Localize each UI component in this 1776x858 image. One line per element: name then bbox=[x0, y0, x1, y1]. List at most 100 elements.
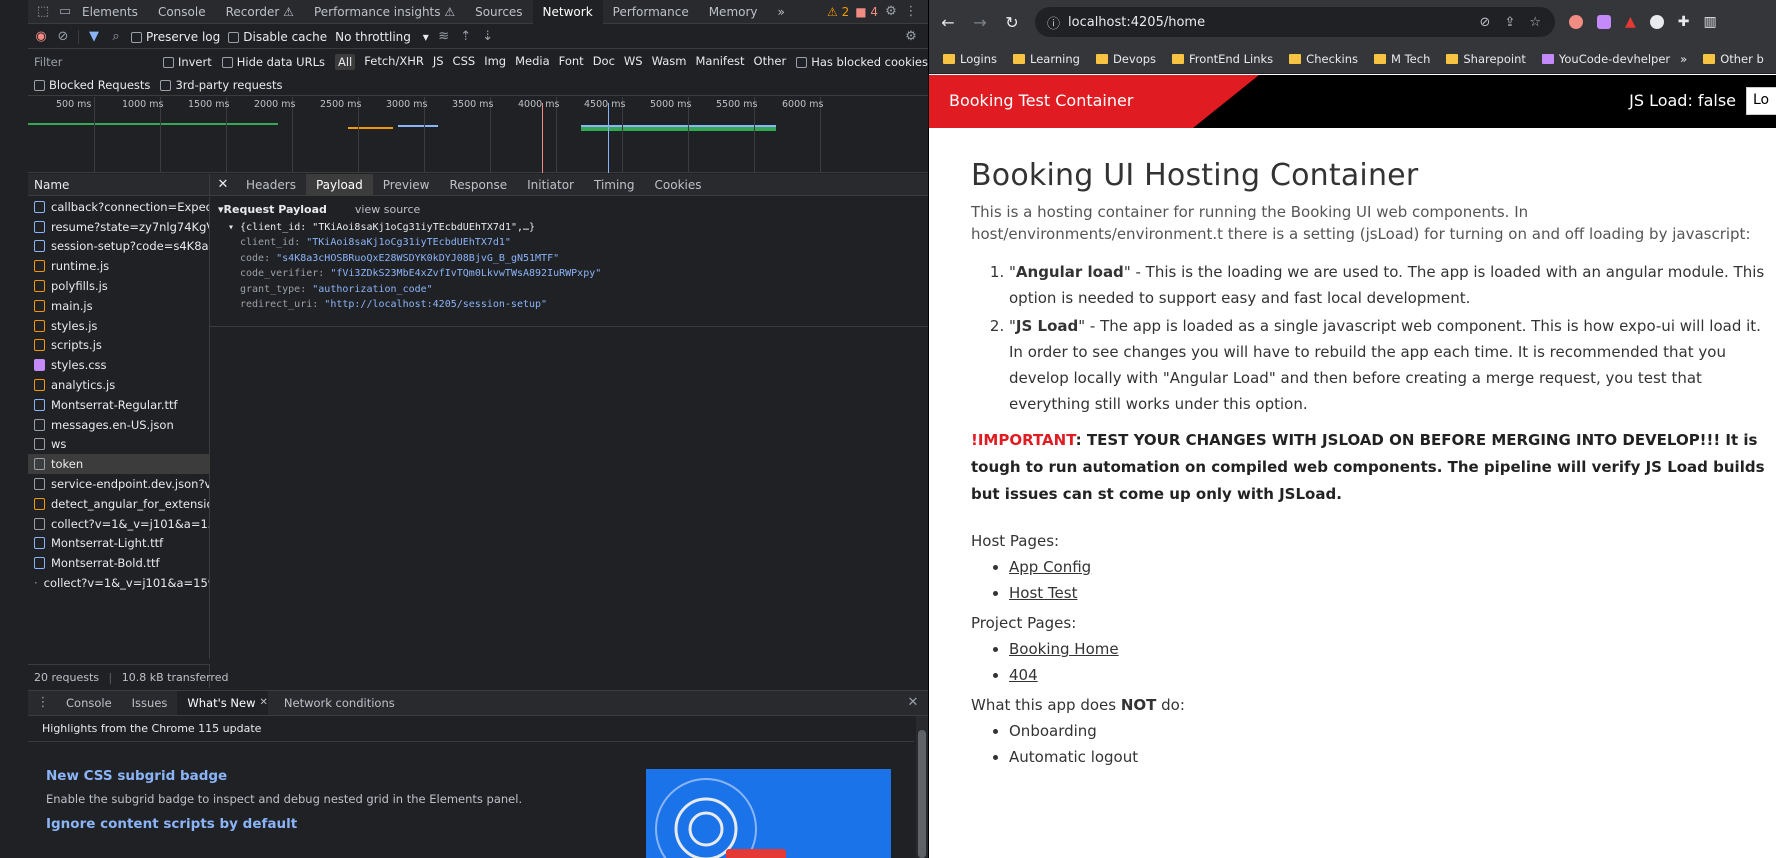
filter-type-img[interactable]: Img bbox=[484, 54, 506, 70]
request-row[interactable]: analytics.js bbox=[28, 375, 209, 395]
bookmark-item[interactable]: » bbox=[1680, 52, 1687, 66]
request-row[interactable]: · collect?v=1&_v=j101&a=159... bbox=[28, 573, 209, 593]
devtools-tab-network[interactable]: Network bbox=[532, 0, 603, 24]
request-row[interactable]: scripts.js bbox=[28, 336, 209, 356]
record-icon[interactable]: ◉ bbox=[34, 29, 48, 44]
close-detail-icon[interactable]: ✕ bbox=[216, 177, 230, 192]
site-info-icon[interactable]: ⓘ bbox=[1047, 13, 1060, 32]
payload-field[interactable]: redirect_uri: "http://localhost:4205/ses… bbox=[240, 297, 920, 313]
side-panel-icon[interactable]: ▥ bbox=[1704, 14, 1717, 30]
third-party-checkbox[interactable]: 3rd-party requests bbox=[160, 78, 282, 92]
request-row[interactable]: detect_angular_for_extension... bbox=[28, 494, 209, 514]
request-row[interactable]: styles.css bbox=[28, 355, 209, 375]
filter-type-doc[interactable]: Doc bbox=[593, 54, 615, 70]
drawer-tab-issues[interactable]: Issues bbox=[122, 691, 178, 715]
detail-tab-payload[interactable]: Payload bbox=[305, 173, 373, 196]
login-button[interactable]: Lo bbox=[1746, 87, 1776, 115]
filter-funnel-icon[interactable]: ▼ bbox=[87, 29, 101, 44]
preserve-log-checkbox[interactable]: Preserve log bbox=[131, 30, 220, 44]
whats-new-video-thumbnail[interactable] bbox=[646, 769, 891, 858]
devtools-tab-elements[interactable]: Elements bbox=[72, 0, 148, 24]
bookmark-item[interactable]: Logins bbox=[943, 52, 997, 66]
export-har-icon[interactable]: ⇣ bbox=[481, 29, 495, 44]
request-row[interactable]: styles.js bbox=[28, 316, 209, 336]
filter-type-wasm[interactable]: Wasm bbox=[652, 54, 687, 70]
filter-type-font[interactable]: Font bbox=[559, 54, 584, 70]
error-count-badge[interactable]: ■ 4 bbox=[855, 5, 878, 19]
back-arrow-icon[interactable]: ← bbox=[939, 13, 957, 32]
request-payload-heading[interactable]: ▾Request Payload bbox=[218, 203, 327, 216]
drawer-scrollbar-thumb[interactable] bbox=[918, 730, 926, 858]
devtools-tab-sources[interactable]: Sources bbox=[465, 0, 532, 24]
invert-checkbox[interactable]: Invert bbox=[162, 55, 212, 69]
not-found-link[interactable]: 404 bbox=[1009, 666, 1038, 684]
payload-field[interactable]: code_verifier: "fVi3ZDkS23MbE4xZvfIvTQm0… bbox=[240, 266, 920, 282]
eye-off-icon[interactable]: ⊘ bbox=[1480, 15, 1491, 30]
filter-type-fetch-xhr[interactable]: Fetch/XHR bbox=[364, 54, 424, 70]
close-drawer-icon[interactable]: ✕ bbox=[906, 696, 920, 710]
request-row[interactable]: messages.en-US.json bbox=[28, 415, 209, 435]
drawer-tab-console[interactable]: Console bbox=[56, 691, 122, 715]
clear-icon[interactable]: ⊘ bbox=[56, 29, 70, 44]
throttling-select[interactable]: No throttling ▾ bbox=[335, 30, 429, 44]
detail-tab-response[interactable]: Response bbox=[439, 174, 517, 196]
request-row[interactable]: callback?connection=Expedit... bbox=[28, 197, 209, 217]
host-test-link[interactable]: Host Test bbox=[1009, 584, 1077, 602]
bookmark-item[interactable]: Learning bbox=[1013, 52, 1080, 66]
request-row[interactable]: Montserrat-Light.ttf bbox=[28, 534, 209, 554]
bookmark-item[interactable]: M Tech bbox=[1374, 52, 1430, 66]
settings-gear-icon[interactable]: ⚙ bbox=[884, 4, 898, 19]
devtools-tab-performance-insights[interactable]: Performance insights ⚠ bbox=[304, 0, 465, 24]
booking-home-link[interactable]: Booking Home bbox=[1009, 640, 1119, 658]
bookmark-item[interactable]: Other b bbox=[1703, 52, 1764, 66]
payload-field[interactable]: grant_type: "authorization_code" bbox=[240, 282, 920, 298]
filter-type-other[interactable]: Other bbox=[754, 54, 787, 70]
warning-count-badge[interactable]: ⚠ 2 bbox=[827, 5, 849, 19]
request-row[interactable]: runtime.js bbox=[28, 256, 209, 276]
network-overview-timeline[interactable]: 500 ms 1000 ms 1500 ms 2000 ms 2500 ms 3000 m… bbox=[28, 97, 928, 173]
drawer-tab-network-conditions[interactable]: Network conditions bbox=[274, 691, 405, 715]
detail-tab-cookies[interactable]: Cookies bbox=[645, 174, 712, 196]
device-toolbar-icon[interactable]: ▭ bbox=[58, 4, 72, 19]
drawer-menu-icon[interactable]: ⋮ bbox=[36, 696, 50, 710]
disable-cache-checkbox[interactable]: Disable cache bbox=[228, 30, 327, 44]
network-settings-gear-icon[interactable]: ⚙ bbox=[904, 29, 918, 44]
url-omnibox[interactable]: ⓘ localhost:4205/home ⊘ ⇪ ☆ bbox=[1035, 7, 1555, 37]
search-icon[interactable]: ⌕ bbox=[109, 29, 123, 44]
app-config-link[interactable]: App Config bbox=[1009, 558, 1091, 576]
request-row[interactable]: Montserrat-Regular.ttf bbox=[28, 395, 209, 415]
hide-data-urls-checkbox[interactable]: Hide data URLs bbox=[221, 55, 325, 69]
import-har-icon[interactable]: ⇡ bbox=[459, 29, 473, 44]
payload-field[interactable]: client_id: "TKiAoi8saKj1oCg31iyTEcbdUEhT… bbox=[240, 235, 920, 251]
filter-type-media[interactable]: Media bbox=[515, 54, 550, 70]
angular-extension-icon[interactable]: ▲ bbox=[1625, 14, 1636, 30]
request-row[interactable]: collect?v=1&_v=j101&a=159... bbox=[28, 514, 209, 534]
has-blocked-cookies-checkbox[interactable]: Has blocked cookies bbox=[796, 55, 928, 69]
filter-input[interactable]: Filter bbox=[34, 55, 153, 69]
request-row[interactable]: polyfills.js bbox=[28, 276, 209, 296]
extension-icon[interactable] bbox=[1597, 15, 1611, 29]
devtools-tab-[interactable]: » bbox=[768, 0, 795, 24]
extensions-puzzle-icon[interactable]: ✚ bbox=[1678, 14, 1690, 30]
filter-type-css[interactable]: CSS bbox=[453, 54, 476, 70]
name-column-header[interactable]: Name bbox=[28, 174, 210, 196]
detail-tab-initiator[interactable]: Initiator bbox=[517, 174, 584, 196]
payload-summary[interactable]: {client_id: "TKiAoi8saKj1oCg31iyTEcbdUEh… bbox=[240, 222, 535, 233]
forward-arrow-icon[interactable]: → bbox=[971, 13, 989, 32]
blocked-requests-checkbox[interactable]: Blocked Requests bbox=[34, 78, 150, 92]
devtools-tab-performance[interactable]: Performance bbox=[603, 0, 699, 24]
detail-tab-headers[interactable]: Headers bbox=[236, 174, 306, 196]
filter-type-js[interactable]: JS bbox=[433, 54, 444, 70]
request-row[interactable]: main.js bbox=[28, 296, 209, 316]
filter-type-manifest[interactable]: Manifest bbox=[695, 54, 744, 70]
drawer-tab-what-s-new[interactable]: What's New bbox=[177, 691, 266, 715]
devtools-tab-recorder[interactable]: Recorder ⚠ bbox=[216, 0, 304, 24]
wifi-conditions-icon[interactable]: ≋ bbox=[437, 29, 451, 44]
bookmark-star-icon[interactable]: ☆ bbox=[1529, 15, 1541, 30]
extension-icon[interactable] bbox=[1649, 15, 1664, 29]
request-row[interactable]: service-endpoint.dev.json?v=... bbox=[28, 474, 209, 494]
devtools-tab-memory[interactable]: Memory bbox=[699, 0, 768, 24]
request-row[interactable]: Montserrat-Bold.ttf bbox=[28, 553, 209, 573]
detail-tab-preview[interactable]: Preview bbox=[373, 174, 440, 196]
filter-type-ws[interactable]: WS bbox=[624, 54, 643, 70]
